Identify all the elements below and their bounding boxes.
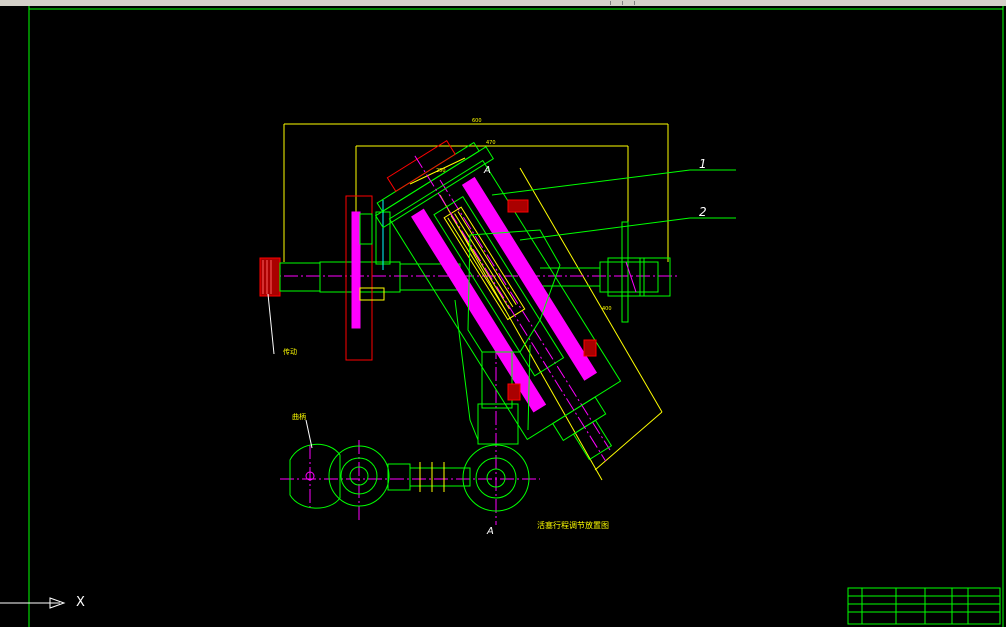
view-title: 活塞行程调节放置图 xyxy=(537,521,609,530)
ucs-icon xyxy=(0,597,66,609)
lower-linkage xyxy=(289,443,530,512)
housing xyxy=(454,229,561,445)
title-block xyxy=(847,587,1001,625)
section-mark-top: A xyxy=(484,165,491,176)
cad-viewport[interactable] xyxy=(0,6,1006,627)
pulley-disc xyxy=(345,195,391,361)
strip-separator xyxy=(610,1,611,5)
sheet-border xyxy=(28,6,1004,627)
dimension-text: 600 xyxy=(472,118,482,124)
section-mark-bottom: A xyxy=(487,526,494,537)
callout-1: 1 xyxy=(699,157,707,171)
dimension-text: 400 xyxy=(602,306,612,312)
strip-separator xyxy=(634,1,635,5)
right-support xyxy=(607,221,645,323)
cad-drawing-canvas[interactable]: 1 2 A A 活塞行程调节放置图 传动 曲柄 600 470 400 250 … xyxy=(0,6,1006,627)
adjustment-cylinder xyxy=(374,139,622,462)
dimension-text: 250 xyxy=(436,168,446,174)
left-part-label: 传动 xyxy=(283,348,297,356)
callout-2: 2 xyxy=(699,205,707,219)
crank-label: 曲柄 xyxy=(292,413,306,421)
ucs-x-label: X xyxy=(76,595,85,610)
dimension-text: 470 xyxy=(486,140,496,146)
strip-separator xyxy=(622,1,623,5)
label-leaders xyxy=(267,293,313,449)
